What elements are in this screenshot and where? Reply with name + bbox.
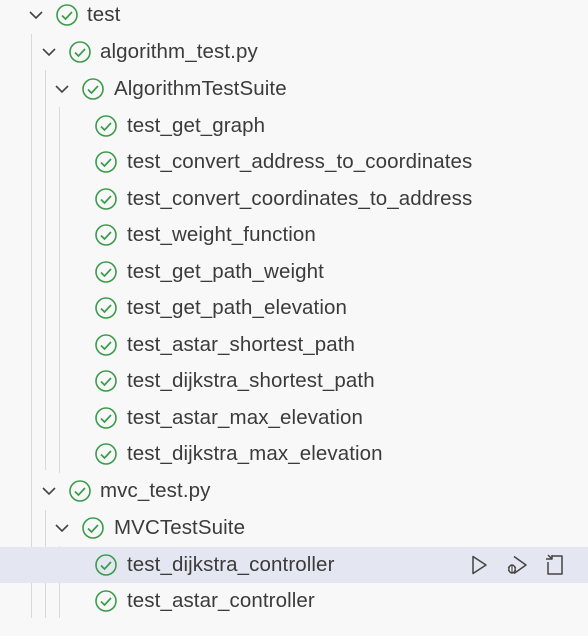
tree-item-label: test bbox=[87, 3, 121, 27]
tree-row-test[interactable]: test_astar_controller bbox=[0, 583, 588, 620]
check-circle-icon bbox=[94, 114, 118, 138]
tree-row-test[interactable]: test_get_path_weight bbox=[0, 254, 588, 291]
check-circle-icon bbox=[94, 187, 118, 211]
tree-item-label: test_get_path_weight bbox=[127, 259, 324, 283]
tree-row-test-folder[interactable]: test bbox=[0, 0, 588, 34]
tree-row-test[interactable]: test_get_graph bbox=[0, 108, 588, 145]
run-test-icon[interactable] bbox=[466, 552, 492, 578]
tree-item-label: test_convert_address_to_coordinates bbox=[127, 150, 473, 174]
tree-item-label: test_get_path_elevation bbox=[127, 296, 348, 320]
check-circle-icon bbox=[94, 442, 118, 466]
chevron-down-icon[interactable] bbox=[53, 80, 71, 98]
tree-row-mvc-test-suite[interactable]: MVCTestSuite bbox=[0, 510, 588, 547]
tree-item-label: MVCTestSuite bbox=[114, 515, 246, 539]
chevron-down-icon[interactable] bbox=[40, 43, 58, 61]
tree-item-label: test_dijkstra_controller bbox=[127, 552, 335, 576]
tree-row-algorithm-test-file[interactable]: algorithm_test.py bbox=[0, 34, 588, 71]
tree-row-test[interactable]: test_astar_max_elevation bbox=[0, 400, 588, 437]
tree-item-label: algorithm_test.py bbox=[100, 40, 258, 64]
tree-item-label: test_convert_coordinates_to_address bbox=[127, 186, 473, 210]
tree-item-label: mvc_test.py bbox=[100, 479, 211, 503]
tree-row-test[interactable]: test_weight_function bbox=[0, 217, 588, 254]
tree-row-mvc-test-file[interactable]: mvc_test.py bbox=[0, 473, 588, 510]
check-circle-icon bbox=[94, 260, 118, 284]
tree-item-label: test_dijkstra_shortest_path bbox=[127, 369, 375, 393]
check-circle-icon bbox=[94, 223, 118, 247]
chevron-down-icon[interactable] bbox=[40, 482, 58, 500]
check-circle-icon bbox=[81, 77, 105, 101]
tree-row-test[interactable]: test_dijkstra_shortest_path bbox=[0, 363, 588, 400]
tree-row-test-selected[interactable]: test_dijkstra_controller bbox=[0, 546, 588, 584]
check-circle-icon bbox=[94, 553, 118, 577]
test-explorer-tree: test algorithm_test.py AlgorithmTestSuit… bbox=[0, 0, 588, 636]
tree-item-label: test_astar_controller bbox=[127, 589, 315, 613]
check-circle-icon bbox=[55, 3, 79, 27]
check-circle-icon bbox=[68, 40, 92, 64]
check-circle-icon bbox=[94, 589, 118, 613]
tree-row-test[interactable]: test_dijkstra_max_elevation bbox=[0, 436, 588, 473]
debug-test-icon[interactable] bbox=[504, 552, 530, 578]
check-circle-icon bbox=[94, 296, 118, 320]
go-to-test-icon[interactable] bbox=[542, 552, 568, 578]
tree-row-algorithm-test-suite[interactable]: AlgorithmTestSuite bbox=[0, 71, 588, 108]
chevron-down-icon[interactable] bbox=[53, 519, 71, 537]
tree-item-label: test_get_graph bbox=[127, 113, 266, 137]
row-actions bbox=[466, 547, 568, 584]
check-circle-icon bbox=[81, 516, 105, 540]
tree-row-test[interactable]: test_get_path_elevation bbox=[0, 290, 588, 327]
check-circle-icon bbox=[68, 479, 92, 503]
tree-row-test[interactable]: test_convert_coordinates_to_address bbox=[0, 181, 588, 218]
tree-item-label: test_astar_max_elevation bbox=[127, 405, 364, 429]
tree-item-label: test_weight_function bbox=[127, 223, 316, 247]
chevron-down-icon[interactable] bbox=[27, 6, 45, 24]
tree-row-test[interactable]: test_convert_address_to_coordinates bbox=[0, 144, 588, 181]
check-circle-icon bbox=[94, 150, 118, 174]
tree-item-label: test_dijkstra_max_elevation bbox=[127, 442, 383, 466]
check-circle-icon bbox=[94, 369, 118, 393]
check-circle-icon bbox=[94, 333, 118, 357]
tree-row-test[interactable]: test_astar_shortest_path bbox=[0, 327, 588, 364]
check-circle-icon bbox=[94, 406, 118, 430]
tree-item-label: AlgorithmTestSuite bbox=[114, 76, 287, 100]
tree-item-label: test_astar_shortest_path bbox=[127, 332, 356, 356]
